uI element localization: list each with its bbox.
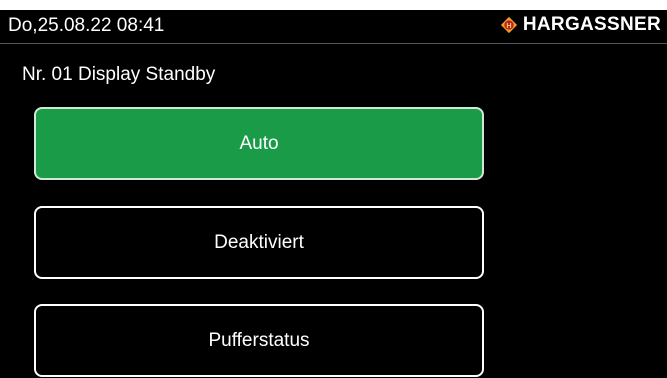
option-label: Auto (239, 132, 279, 154)
cropped-caption-text (40, 0, 47, 10)
svg-text:H: H (506, 21, 511, 30)
option-deaktiviert-button[interactable]: Deaktiviert (34, 206, 484, 279)
page-title: Nr. 01 Display Standby (22, 64, 216, 85)
hargassner-logo-icon: H (500, 16, 517, 34)
brand: H HARGASSNER (500, 14, 661, 36)
datetime-label: Do,25.08.22 08:41 (8, 15, 165, 36)
option-label: Pufferstatus (208, 329, 310, 351)
option-auto-button[interactable]: Auto (34, 107, 484, 180)
option-label: Deaktiviert (214, 231, 304, 253)
cropped-caption-strip (0, 0, 667, 10)
option-pufferstatus-button[interactable]: Pufferstatus (34, 304, 484, 377)
display-screen: Do,25.08.22 08:41 H HARGASSNER Nr. 01 Di… (0, 10, 667, 378)
status-bar: Do,25.08.22 08:41 H HARGASSNER (0, 10, 667, 44)
brand-name: HARGASSNER (522, 14, 661, 35)
